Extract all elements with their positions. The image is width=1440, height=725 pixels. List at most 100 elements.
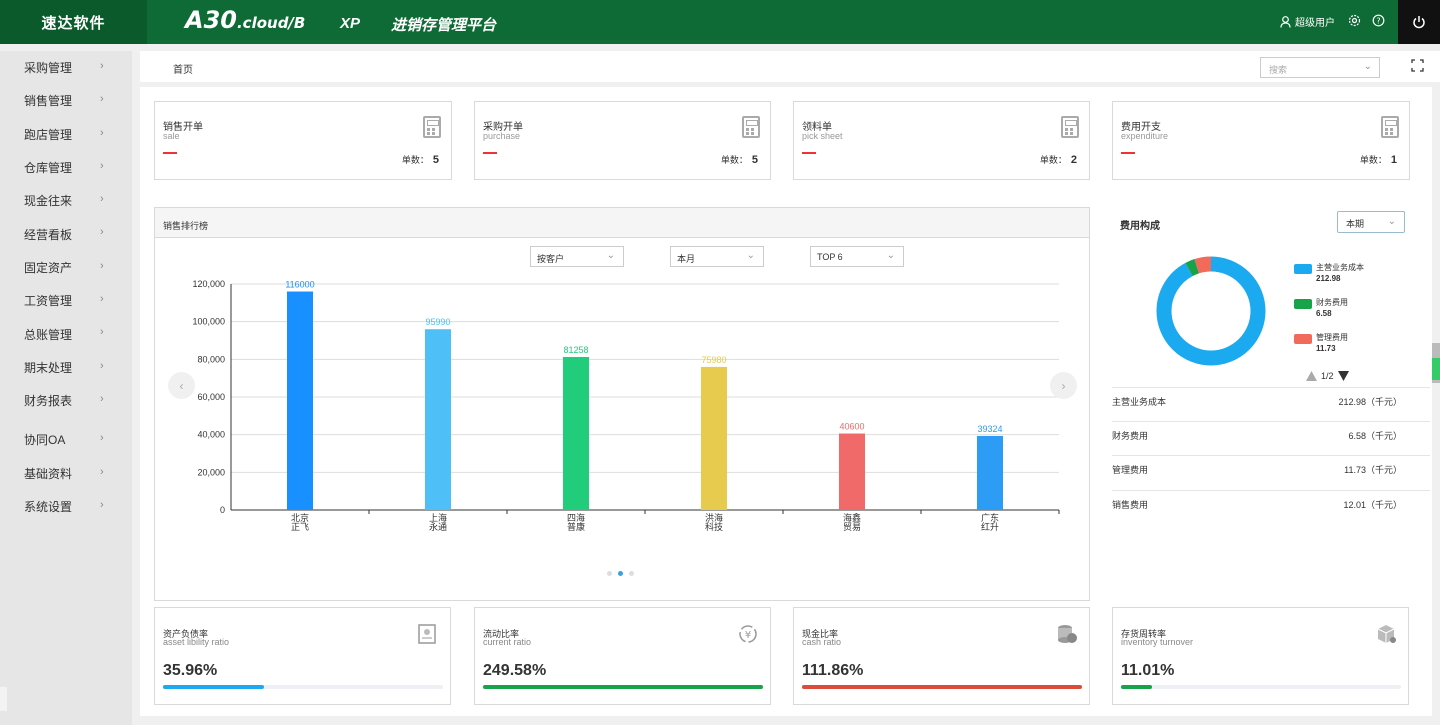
legend-name: 主营业务成本 bbox=[1316, 263, 1364, 272]
logo-main: A30 bbox=[185, 6, 237, 34]
power-button[interactable] bbox=[1398, 0, 1440, 44]
sidebar-item-master-data[interactable]: 基础资料 › bbox=[0, 457, 132, 490]
top-filter-select[interactable]: TOP 6 ⌄ bbox=[810, 246, 904, 267]
y-tick-label: 80,000 bbox=[197, 354, 225, 364]
breadcrumb-home[interactable]: 首页 bbox=[173, 61, 193, 76]
sidebar-item-label: 协同OA bbox=[24, 433, 66, 448]
chevron-right-icon: › bbox=[100, 126, 104, 139]
sidebar-item-store-visit[interactable]: 跑店管理 › bbox=[0, 118, 132, 151]
sidebar-item-reports[interactable]: 财务报表 › bbox=[0, 384, 132, 417]
x-tick-label: 永通 bbox=[429, 521, 447, 533]
pager-text: 1/2 bbox=[1321, 371, 1334, 381]
sidebar-item-cash[interactable]: 现金往来 › bbox=[0, 184, 132, 217]
ratio-subtitle: cash ratio bbox=[802, 637, 842, 647]
sales-bar-chart: 120,000 100,000 80,000 60,000 40,000 20,000 0 1… bbox=[192, 279, 1060, 533]
sidebar-item-settings[interactable]: 系统设置 › bbox=[0, 490, 132, 523]
page-scrollbar-thumb[interactable] bbox=[1432, 358, 1440, 380]
sidebar-item-oa[interactable]: 协同OA › bbox=[0, 423, 132, 456]
document-icon bbox=[416, 623, 440, 647]
chart-prev-button[interactable]: ‹ bbox=[168, 372, 195, 399]
card-pick-sheet[interactable]: 领料单 pick sheet 单数： 2 bbox=[793, 101, 1090, 180]
legend-name: 管理费用 bbox=[1316, 333, 1348, 342]
sidebar: 采购管理 › 销售管理 › 跑店管理 › 仓库管理 › 现金往来 › 经营看板 › 固定资产… bbox=[0, 51, 132, 725]
card-count: 单数： 5 bbox=[401, 154, 439, 166]
pager-up-icon[interactable] bbox=[1306, 371, 1317, 381]
sidebar-item-label: 固定资产 bbox=[24, 260, 73, 275]
sidebar-item-purchase[interactable]: 采购管理 › bbox=[0, 51, 132, 84]
period-filter-select[interactable]: 本月 ⌄ bbox=[670, 246, 764, 267]
sidebar-item-warehouse[interactable]: 仓库管理 › bbox=[0, 151, 132, 184]
chevron-down-icon: ⌄ bbox=[886, 250, 895, 261]
sidebar-item-label: 采购管理 bbox=[24, 61, 73, 76]
help-icon[interactable]: ? bbox=[1371, 14, 1385, 28]
sidebar-item-period-end[interactable]: 期末处理 › bbox=[0, 351, 132, 384]
svg-text:¥: ¥ bbox=[745, 630, 751, 641]
x-tick-label: 红升 bbox=[981, 521, 999, 533]
fee-period-select[interactable]: 本期 ⌄ bbox=[1337, 211, 1405, 233]
chevron-down-icon: ⌄ bbox=[606, 250, 615, 261]
calculator-icon bbox=[1061, 116, 1079, 138]
customer-filter-select[interactable]: 按客户 ⌄ bbox=[530, 246, 624, 267]
sidebar-item-label: 仓库管理 bbox=[24, 161, 73, 176]
chevron-right-icon: › bbox=[100, 293, 104, 306]
box-icon bbox=[1374, 623, 1398, 647]
platform-title: 进销存管理平台 bbox=[391, 17, 497, 34]
currency-cycle-icon: ¥ bbox=[736, 623, 760, 647]
ratio-subtitle: inventory turnover bbox=[1121, 637, 1194, 647]
carousel-dots bbox=[607, 571, 634, 576]
ratio-progress-fill bbox=[163, 685, 264, 689]
sidebar-item-label: 经营看板 bbox=[24, 227, 73, 242]
chevron-right-icon: › bbox=[100, 60, 104, 72]
fee-donut-chart bbox=[1156, 256, 1266, 366]
fee-title: 费用构成 bbox=[1120, 221, 1160, 232]
card-subtitle: pick sheet bbox=[802, 131, 843, 141]
carousel-dot-active[interactable] bbox=[618, 571, 623, 576]
logo-sub: .cloud/B bbox=[236, 14, 306, 32]
coins-icon bbox=[1055, 623, 1079, 647]
card-count: 单数： 1 bbox=[1359, 154, 1397, 166]
sales-rank-title: 销售排行榜 bbox=[155, 208, 1089, 238]
ratio-card-current[interactable]: 流动比率 current ratio 249.58% ¥ bbox=[474, 607, 771, 705]
donut-slice bbox=[1156, 256, 1266, 366]
settings-gear-icon[interactable] bbox=[1347, 14, 1361, 28]
ratio-card-cash[interactable]: 现金比率 cash ratio 111.86% bbox=[793, 607, 1090, 705]
y-tick-label: 120,000 bbox=[192, 279, 225, 289]
card-purchase[interactable]: 采购开单 purchase 单数： 5 bbox=[474, 101, 771, 180]
x-tick-label: 普康 bbox=[567, 521, 585, 533]
chart-next-button[interactable]: › bbox=[1050, 372, 1077, 399]
legend-value: 11.73 bbox=[1316, 344, 1336, 353]
carousel-dot[interactable] bbox=[629, 571, 634, 576]
sidebar-item-label: 工资管理 bbox=[24, 294, 73, 309]
sidebar-item-sales[interactable]: 销售管理 › bbox=[0, 84, 132, 117]
sidebar-item-payroll[interactable]: 工资管理 › bbox=[0, 284, 132, 317]
sidebar-item-dashboard[interactable]: 经营看板 › bbox=[0, 217, 132, 250]
ratio-card-asset-liability[interactable]: 资产负债率 asset libility ratio 35.96% bbox=[154, 607, 451, 705]
ratio-progress-bar bbox=[1121, 685, 1401, 689]
pager-down-icon[interactable] bbox=[1337, 371, 1349, 381]
sidebar-item-ledger[interactable]: 总账管理 › bbox=[0, 317, 132, 350]
legend-name: 财务费用 bbox=[1316, 298, 1348, 307]
ratio-value: 249.58% bbox=[483, 662, 547, 679]
card-subtitle: purchase bbox=[483, 131, 521, 141]
ratio-progress-fill bbox=[802, 685, 1082, 689]
sidebar-item-label: 销售管理 bbox=[24, 94, 73, 109]
ratio-card-inventory[interactable]: 存货周转率 inventory turnover 11.01% bbox=[1112, 607, 1409, 705]
svg-text:?: ? bbox=[1376, 17, 1380, 26]
user-menu[interactable]: 超级用户 bbox=[1280, 14, 1335, 29]
sidebar-collapse-handle[interactable] bbox=[0, 687, 7, 711]
card-expenditure[interactable]: 费用开支 expenditure 单数： 1 bbox=[1112, 101, 1410, 180]
ratio-progress-fill bbox=[1121, 685, 1152, 689]
chevron-right-icon: › bbox=[100, 498, 104, 511]
sidebar-item-fixed-assets[interactable]: 固定资产 › bbox=[0, 251, 132, 284]
bar-value-label: 116000 bbox=[285, 280, 314, 290]
card-sale[interactable]: 销售开单 sale 单数： 5 bbox=[154, 101, 452, 180]
fullscreen-icon[interactable] bbox=[1411, 59, 1425, 73]
ratio-value: 35.96% bbox=[163, 662, 218, 679]
ratio-progress-bar bbox=[483, 685, 763, 689]
chevron-right-icon: › bbox=[100, 432, 104, 445]
user-icon bbox=[1280, 15, 1291, 28]
carousel-dot[interactable] bbox=[607, 571, 612, 576]
search-select[interactable]: 搜索 ⌄ bbox=[1260, 57, 1380, 78]
legend-swatch bbox=[1294, 264, 1312, 274]
chevron-down-icon: ⌄ bbox=[1363, 61, 1372, 72]
